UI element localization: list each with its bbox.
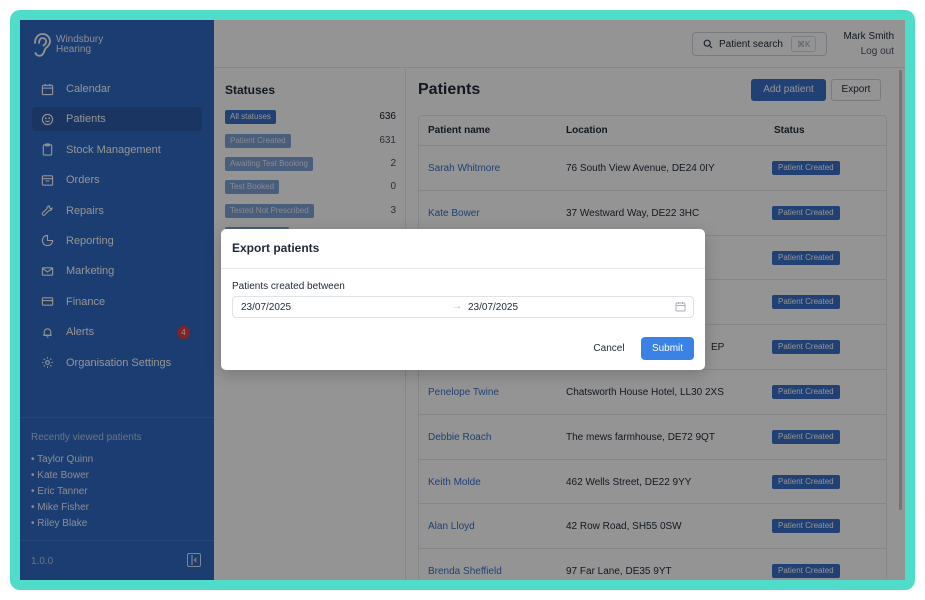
range-arrow-icon: →	[452, 301, 462, 312]
date-range-picker[interactable]: 23/07/2025 → 23/07/2025	[232, 296, 694, 318]
calendar-icon[interactable]	[675, 301, 686, 312]
cancel-button[interactable]: Cancel	[587, 338, 631, 360]
submit-button[interactable]: Submit	[641, 337, 694, 360]
dialog-title: Export patients	[232, 241, 320, 255]
app: Windsbury Hearing Calendar Patients Stoc…	[20, 20, 905, 580]
end-date-input[interactable]: 23/07/2025	[468, 302, 518, 313]
export-patients-dialog: Export patients Patients created between…	[221, 229, 705, 370]
dialog-divider	[221, 268, 705, 269]
date-range-label: Patients created between	[232, 281, 345, 292]
start-date-input[interactable]: 23/07/2025	[241, 302, 291, 313]
